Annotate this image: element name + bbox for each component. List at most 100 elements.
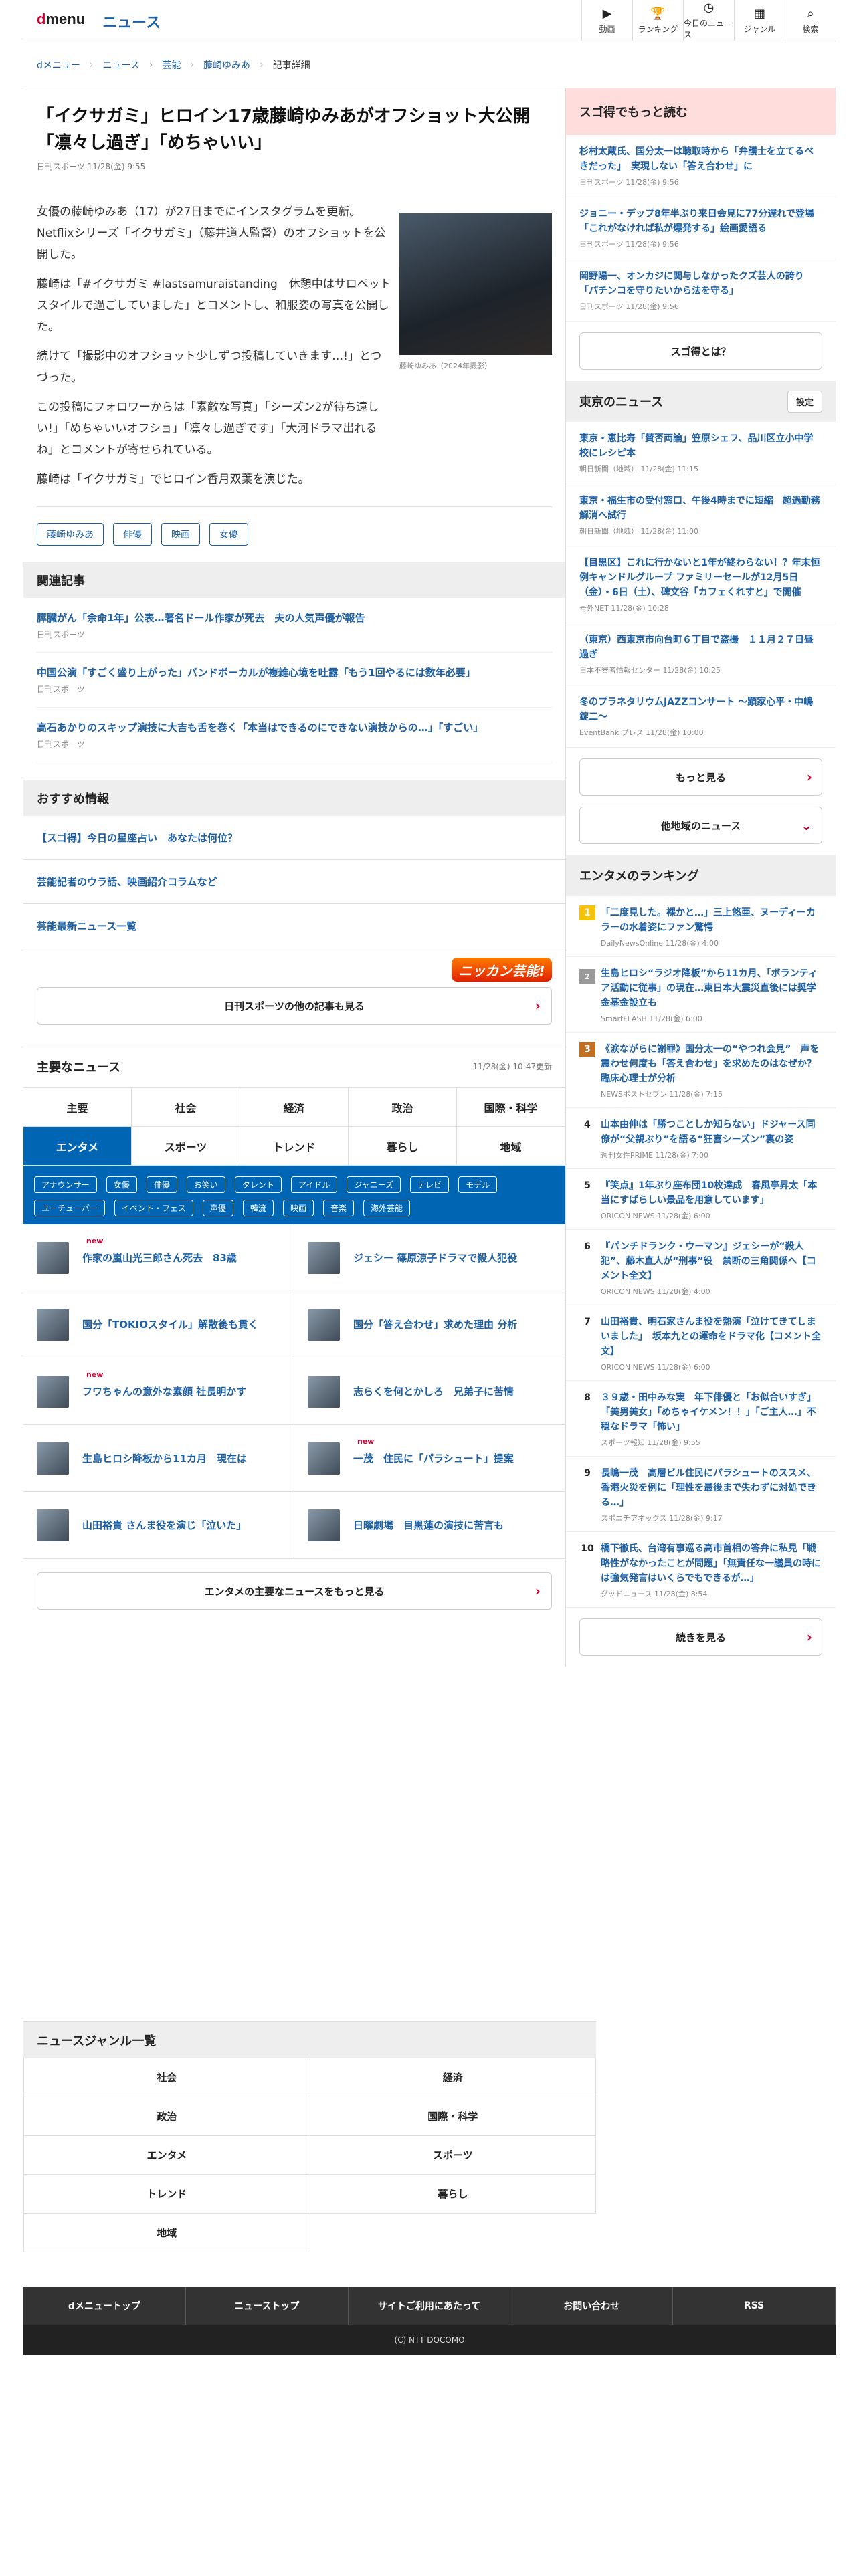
news-grid-title[interactable]: ジェシー 篠原涼子ドラマで殺人犯役 <box>353 1251 517 1265</box>
tokyo-more-button[interactable]: もっと見る › <box>579 758 822 796</box>
genre-link[interactable]: スポーツ <box>310 2136 596 2175</box>
more-from-source-button[interactable]: 日刊スポーツの他の記事も見る › <box>37 987 552 1025</box>
subtag-link[interactable]: ジャニーズ <box>347 1176 401 1193</box>
news-grid-item[interactable]: 生島ヒロシ降板から11カ月 現在は <box>23 1425 294 1492</box>
tag-link[interactable]: 映画 <box>161 523 200 546</box>
breadcrumb-item[interactable]: dメニュー <box>37 58 80 72</box>
other-region-button[interactable]: 他地域のニュース ⌄ <box>579 807 822 844</box>
news-grid-item[interactable]: 山田裕貴 さんま役を演じ「泣いた」 <box>23 1492 294 1559</box>
ranking-link[interactable]: 『パンチドランク・ウーマン』ジェシーが“殺人犯”、藤木直人が“刑事”役 禁断の三… <box>601 1241 816 1281</box>
nav-clock[interactable]: ◷ 今日のニュース <box>683 0 734 41</box>
news-grid-title[interactable]: 志らくを何とかしろ 兄弟子に苦情 <box>353 1384 514 1398</box>
subtag-link[interactable]: テレビ <box>410 1176 450 1193</box>
subtag-link[interactable]: 音楽 <box>322 1200 354 1216</box>
category-tab[interactable]: トレンド <box>240 1127 349 1166</box>
news-grid-title[interactable]: 生島ヒロシ降板から11カ月 現在は <box>82 1451 247 1465</box>
footer-link[interactable]: RSS <box>673 2287 836 2325</box>
dmenu-logo[interactable]: ddmenumenu <box>37 11 85 28</box>
genre-link[interactable]: 政治 <box>24 2097 310 2136</box>
ranking-link[interactable]: ３９歳・田中みな実 年下俳優と「お似合いすぎ」「美男美女」「めちゃイケメン！！」… <box>601 1392 816 1432</box>
footer-link[interactable]: ニューストップ <box>186 2287 349 2325</box>
news-grid-item[interactable]: 志らくを何とかしろ 兄弟子に苦情 <box>294 1358 565 1425</box>
footer-link[interactable]: お問い合わせ <box>510 2287 674 2325</box>
tag-link[interactable]: 俳優 <box>113 523 152 546</box>
news-section-title[interactable]: ニュース <box>102 11 161 32</box>
tokyo-news-link[interactable]: 東京・福生市の受付窓口、午後4時までに短縮 超過勤務解消へ試行 <box>579 496 820 521</box>
tokyo-news-link[interactable]: 【目黒区】これに行かないと1年が終わらない！？年末恒例キャンドルグループ ファミ… <box>579 558 820 598</box>
subtag-link[interactable]: モデル <box>458 1176 498 1193</box>
breadcrumb-item[interactable]: 藤崎ゆみあ <box>203 58 250 72</box>
ranking-link[interactable]: 《涙ながらに謝罪》国分太一の“やつれ会見” 声を震わせ何度も「答え合わせ」を求め… <box>601 1044 819 1084</box>
ranking-link[interactable]: 「二度見した。裸かと…」三上悠亜、ヌーディーカラーの水着姿にファン驚愕 <box>601 907 816 933</box>
tag-link[interactable]: 女優 <box>209 523 248 546</box>
category-tab[interactable]: 経済 <box>240 1088 349 1127</box>
footer-link[interactable]: サイトご利用にあたって <box>349 2287 511 2325</box>
subtag-link[interactable]: お笑い <box>186 1176 225 1193</box>
category-tab[interactable]: 政治 <box>349 1088 457 1127</box>
settings-button[interactable]: 設定 <box>787 390 822 413</box>
ranking-link[interactable]: 長嶋一茂 高層ビル住民にパラシュートのススメ、香港火災を例に「理性を最後まで失わ… <box>601 1468 816 1508</box>
subtag-link[interactable]: 海外芸能 <box>363 1200 410 1216</box>
footer-link[interactable]: dメニュートップ <box>23 2287 186 2325</box>
recommended-link[interactable]: 芸能記者のウラ話、映画紹介コラムなど <box>37 875 217 889</box>
subtag-link[interactable]: アナウンサー <box>34 1176 97 1193</box>
category-tab[interactable]: スポーツ <box>132 1127 240 1166</box>
ranking-link[interactable]: 橋下徹氏、台湾有事巡る高市首相の答弁に私見「戦略性がなかったことが問題」「無責任… <box>601 1543 821 1584</box>
subtag-link[interactable]: ユーチューバー <box>34 1200 105 1216</box>
more-entame-news-button[interactable]: エンタメの主要なニュースをもっと見る › <box>37 1572 552 1610</box>
article-photo[interactable]: 藤崎ゆみあ（2024年撮影） <box>399 213 552 371</box>
news-grid-title[interactable]: 国分「答え合わせ」求めた理由 分析 <box>353 1317 517 1331</box>
related-link[interactable]: 中国公演「すごく盛り上がった」バンドボーカルが複雑心境を吐露「もう1回やるには数… <box>37 667 476 679</box>
tag-link[interactable]: 藤崎ゆみあ <box>37 523 104 546</box>
recommended-link[interactable]: 【スゴ得】今日の星座占い あなたは何位？ <box>37 831 237 845</box>
news-grid-item[interactable]: 一茂 住民に「パラシュート」提案 new <box>294 1425 565 1492</box>
breadcrumb-item[interactable]: 芸能 <box>162 58 181 72</box>
news-grid-item[interactable]: 作家の嵐山光三郎さん死去 83歳 new <box>23 1224 294 1291</box>
subtag-link[interactable]: アイドル <box>290 1176 338 1193</box>
sugotoku-about-button[interactable]: スゴ得とは？ <box>579 332 822 370</box>
category-tab[interactable]: 地域 <box>457 1127 565 1166</box>
genre-link[interactable]: 国際・科学 <box>310 2097 596 2136</box>
ranking-link[interactable]: 山田裕貴、明石家さんま役を熱演「泣けてきてしまいました」 坂本九との運命をドラマ… <box>601 1317 821 1357</box>
subtag-link[interactable]: 韓流 <box>242 1200 274 1216</box>
news-grid-title[interactable]: フワちゃんの意外な素顔 社長明かす <box>82 1384 246 1398</box>
subtag-link[interactable]: 俳優 <box>146 1176 177 1193</box>
breadcrumb-item[interactable]: ニュース <box>103 58 140 72</box>
genre-link[interactable]: トレンド <box>24 2175 310 2214</box>
news-grid-item[interactable]: ジェシー 篠原涼子ドラマで殺人犯役 <box>294 1224 565 1291</box>
ranking-link[interactable]: 『笑点』1年ぶり座布団10枚達成 春風亭昇太「本当にすばらしい景品を用意していま… <box>601 1180 817 1206</box>
genre-link[interactable]: 暮らし <box>310 2175 596 2214</box>
subtag-link[interactable]: タレント <box>234 1176 282 1193</box>
news-grid-title[interactable]: 作家の嵐山光三郎さん死去 83歳 <box>82 1251 237 1265</box>
category-tab[interactable]: エンタメ <box>23 1127 132 1166</box>
genre-link[interactable]: 地域 <box>24 2214 310 2252</box>
tokyo-news-link[interactable]: 冬のプラネタリウムJAZZコンサート 〜顕家心平・中嶋錠二〜 <box>579 697 813 722</box>
nav-search[interactable]: ⌕ 検索 <box>785 0 836 41</box>
news-grid-item[interactable]: 国分「TOKIOスタイル」解散後も貫く <box>23 1291 294 1358</box>
sugotoku-link[interactable]: ジョニー・デップ8年半ぶり来日会見に77分遅れで登場「これがなければ私が爆発する… <box>579 209 814 234</box>
news-grid-title[interactable]: 国分「TOKIOスタイル」解散後も貫く <box>82 1317 258 1331</box>
nav-video[interactable]: ▶ 動画 <box>581 0 632 41</box>
news-grid-item[interactable]: 日曜劇場 目黒蓮の演技に苦言も <box>294 1492 565 1559</box>
genre-link[interactable]: 経済 <box>310 2058 596 2097</box>
related-link[interactable]: 膵臓がん「余命1年」公表…著名ドール作家が死去 夫の人気声優が報告 <box>37 612 365 624</box>
recommended-link[interactable]: 芸能最新ニュース一覧 <box>37 919 136 933</box>
nav-grid[interactable]: ▦ ジャンル <box>734 0 785 41</box>
news-grid-title[interactable]: 一茂 住民に「パラシュート」提案 <box>353 1451 514 1465</box>
category-tab[interactable]: 主要 <box>23 1088 132 1127</box>
tokyo-news-link[interactable]: 東京・恵比寿「賛否両論」笠原シェフ、品川区立小中学校にレシピ本 <box>579 433 813 459</box>
news-grid-title[interactable]: 山田裕貴 さんま役を演じ「泣いた」 <box>82 1518 246 1532</box>
ranking-link[interactable]: 山本由伸は「勝つことしか知らない」ドジャース同僚が“父親ぶり”を語る“狂喜シーズ… <box>601 1119 816 1145</box>
subtag-link[interactable]: 声優 <box>202 1200 233 1216</box>
subtag-link[interactable]: イベント・フェス <box>114 1200 193 1216</box>
tokyo-news-link[interactable]: （東京）西東京市向台町６丁目で盗撮 １１月２７日昼過ぎ <box>579 635 814 660</box>
nav-trophy[interactable]: 🏆 ランキング <box>632 0 683 41</box>
ranking-link[interactable]: 生島ヒロシ“ラジオ降板”から11カ月、「ボランティア活動に従事」の現在…東日本大… <box>601 968 818 1008</box>
related-link[interactable]: 高石あかりのスキップ演技に大吉も舌を巻く「本当はできるのにできない演技からの…」… <box>37 722 483 734</box>
subtag-link[interactable]: 映画 <box>282 1200 314 1216</box>
nikkan-geino-badge[interactable]: ニッカン芸能! <box>452 958 552 982</box>
sugotoku-link[interactable]: 杉村太蔵氏、国分太一は聴取時から「弁護士を立てるべきだった」 実現しない「答え合… <box>579 146 814 172</box>
ranking-more-button[interactable]: 続きを見る › <box>579 1618 822 1656</box>
category-tab[interactable]: 国際・科学 <box>457 1088 565 1127</box>
category-tab[interactable]: 社会 <box>132 1088 240 1127</box>
